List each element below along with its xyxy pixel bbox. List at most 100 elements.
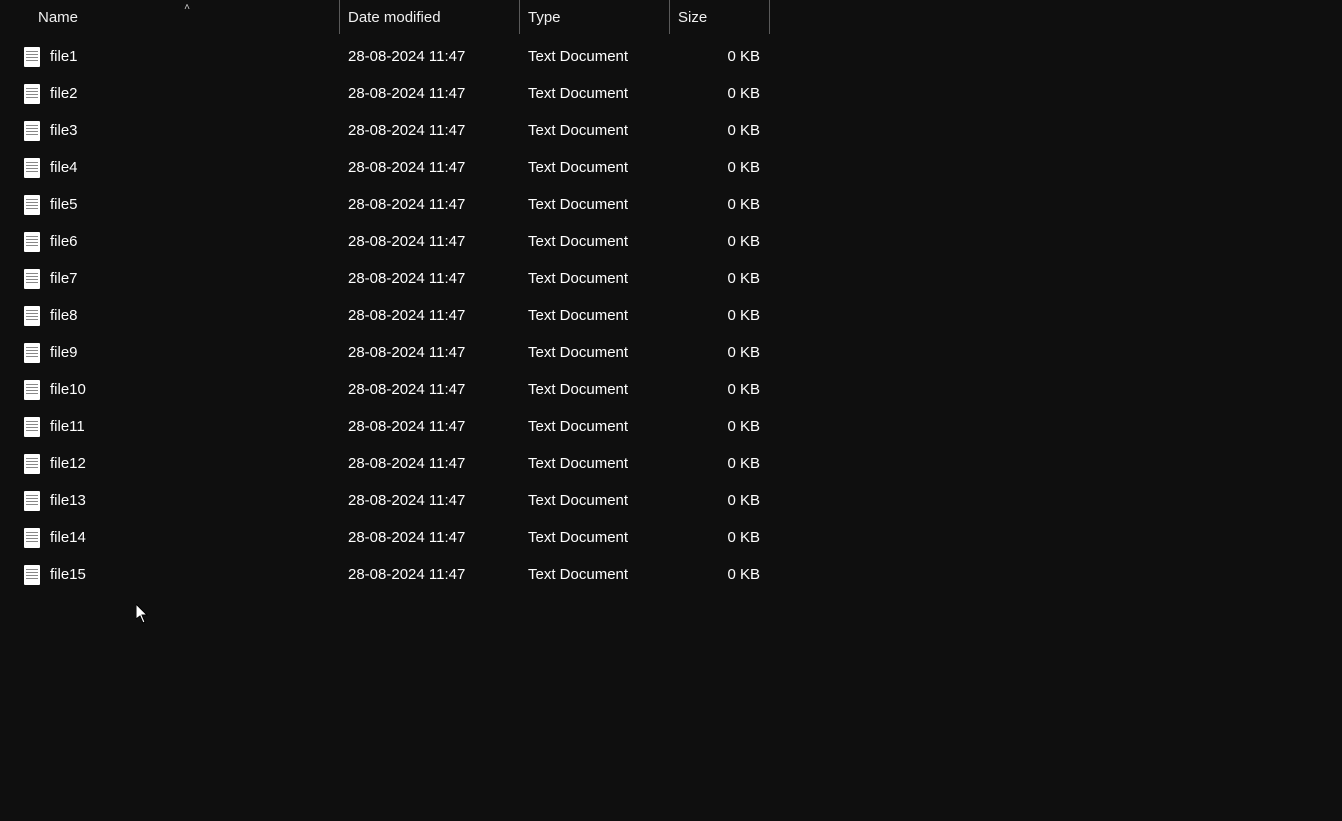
file-rows-container: file128-08-2024 11:47Text Document0 KBfi… [0,34,1342,593]
file-row[interactable]: file9 28-08-2024 11:47Text Document0 KB [0,334,1342,371]
file-size-cell: 0 KB [670,260,770,297]
file-row[interactable]: file1028-08-2024 11:47Text Document0 KB [0,371,1342,408]
file-row[interactable]: file1128-08-2024 11:47Text Document0 KB [0,408,1342,445]
file-name-label: file12 [50,455,86,472]
file-date-cell: 28-08-2024 11:47 [340,334,520,371]
file-size-cell: 0 KB [670,149,770,186]
file-size-cell: 0 KB [670,334,770,371]
file-size-cell: 0 KB [670,556,770,593]
file-type-cell: Text Document [520,38,670,75]
file-row[interactable]: file1228-08-2024 11:47Text Document0 KB [0,445,1342,482]
text-document-icon [24,306,40,326]
text-document-icon [24,195,40,215]
file-row[interactable]: file1 28-08-2024 11:47Text Document0 KB [0,38,1342,75]
file-name-cell: file8 [0,297,340,334]
file-row[interactable]: file428-08-2024 11:47Text Document0 KB [0,149,1342,186]
column-header-date-label: Date modified [348,9,441,26]
text-document-icon [24,454,40,474]
text-document-icon [24,158,40,178]
file-name-cell: file7 [0,260,340,297]
file-explorer-details-view: Name ˄ Date modified Type Size file1 28-0… [0,0,1342,821]
file-size-cell: 0 KB [670,223,770,260]
file-row[interactable]: file8 28-08-2024 11:47Text Document0 KB [0,297,1342,334]
file-row[interactable]: file228-08-2024 11:47Text Document0 KB [0,75,1342,112]
file-size-cell: 0 KB [670,186,770,223]
file-type-cell: Text Document [520,482,670,519]
file-name-label: file4 [50,159,78,176]
file-type-cell: Text Document [520,556,670,593]
file-row[interactable]: file7 28-08-2024 11:47Text Document0 KB [0,260,1342,297]
text-document-icon [24,121,40,141]
column-header-name[interactable]: Name ˄ [0,0,340,34]
column-header-type[interactable]: Type [520,0,670,34]
file-date-cell: 28-08-2024 11:47 [340,112,520,149]
text-document-icon [24,491,40,511]
file-date-cell: 28-08-2024 11:47 [340,408,520,445]
file-type-cell: Text Document [520,112,670,149]
file-type-cell: Text Document [520,297,670,334]
file-date-cell: 28-08-2024 11:47 [340,260,520,297]
file-type-cell: Text Document [520,371,670,408]
file-type-cell: Text Document [520,445,670,482]
file-date-cell: 28-08-2024 11:47 [340,519,520,556]
file-date-cell: 28-08-2024 11:47 [340,556,520,593]
file-name-label: file14 [50,529,86,546]
file-name-cell: file11 [0,408,340,445]
file-size-cell: 0 KB [670,297,770,334]
file-name-label: file1 [50,48,78,65]
file-date-cell: 28-08-2024 11:47 [340,445,520,482]
file-date-cell: 28-08-2024 11:47 [340,482,520,519]
sort-ascending-icon: ˄ [184,2,190,13]
file-name-label: file15 [50,566,86,583]
file-name-label: file13 [50,492,86,509]
file-name-cell: file3 [0,112,340,149]
text-document-icon [24,269,40,289]
file-type-cell: Text Document [520,186,670,223]
file-row[interactable]: file528-08-2024 11:47Text Document0 KB [0,186,1342,223]
file-name-cell: file14 [0,519,340,556]
file-date-cell: 28-08-2024 11:47 [340,297,520,334]
text-document-icon [24,417,40,437]
file-date-cell: 28-08-2024 11:47 [340,371,520,408]
file-date-cell: 28-08-2024 11:47 [340,149,520,186]
text-document-icon [24,84,40,104]
file-type-cell: Text Document [520,334,670,371]
text-document-icon [24,380,40,400]
file-row[interactable]: file14 28-08-2024 11:47Text Document0 KB [0,519,1342,556]
text-document-icon [24,47,40,67]
file-name-label: file9 [50,344,78,361]
file-row[interactable]: file1328-08-2024 11:47Text Document0 KB [0,482,1342,519]
file-name-cell: file9 [0,334,340,371]
file-name-label: file3 [50,122,78,139]
column-header-size[interactable]: Size [670,0,770,34]
file-type-cell: Text Document [520,408,670,445]
file-date-cell: 28-08-2024 11:47 [340,38,520,75]
file-type-cell: Text Document [520,260,670,297]
file-name-cell: file4 [0,149,340,186]
file-name-label: file10 [50,381,86,398]
file-name-label: file6 [50,233,78,250]
file-name-cell: file13 [0,482,340,519]
file-name-cell: file15 [0,556,340,593]
file-name-cell: file10 [0,371,340,408]
file-name-label: file8 [50,307,78,324]
column-header-size-label: Size [678,9,707,26]
file-size-cell: 0 KB [670,519,770,556]
text-document-icon [24,528,40,548]
text-document-icon [24,565,40,585]
file-row[interactable]: file328-08-2024 11:47Text Document0 KB [0,112,1342,149]
file-name-label: file11 [50,418,85,435]
column-header-date-modified[interactable]: Date modified [340,0,520,34]
file-name-label: file2 [50,85,78,102]
column-header-type-label: Type [528,9,561,26]
mouse-cursor-icon [136,604,150,624]
column-header-row: Name ˄ Date modified Type Size [0,0,1342,34]
file-row[interactable]: file15 28-08-2024 11:47Text Document0 KB [0,556,1342,593]
file-row[interactable]: file628-08-2024 11:47Text Document0 KB [0,223,1342,260]
file-name-label: file5 [50,196,78,213]
file-name-cell: file5 [0,186,340,223]
file-size-cell: 0 KB [670,38,770,75]
file-type-cell: Text Document [520,519,670,556]
file-name-cell: file6 [0,223,340,260]
file-name-label: file7 [50,270,78,287]
